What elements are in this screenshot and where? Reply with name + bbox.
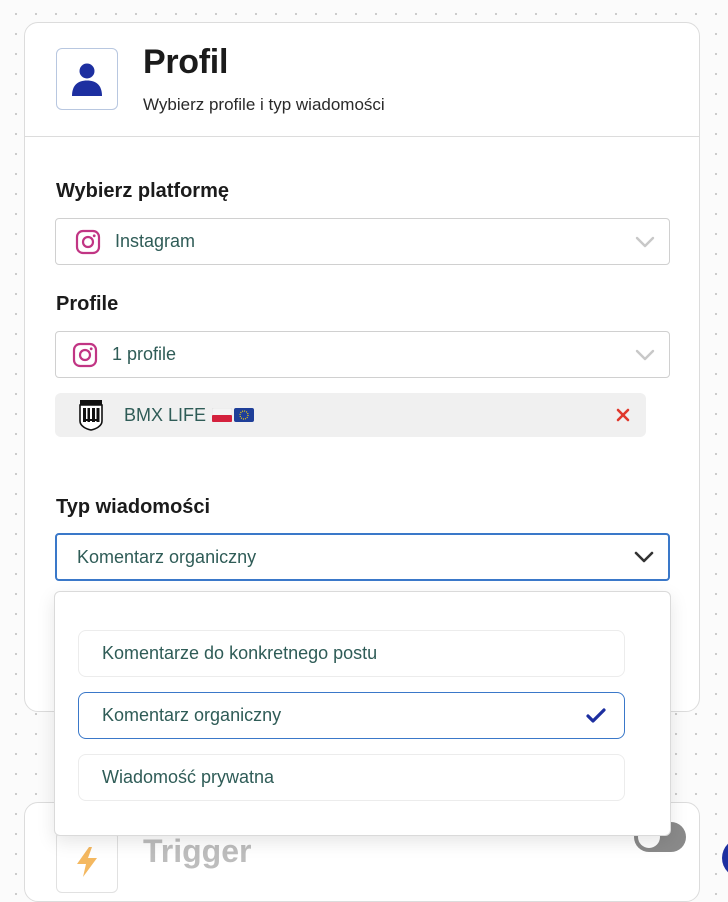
profiles-value: 1 profile xyxy=(112,344,177,364)
checkmark-icon xyxy=(586,707,606,723)
instagram-icon xyxy=(72,342,98,367)
option-label: Komentarze do konkretnego postu xyxy=(102,643,378,663)
card-header: Profil Wybierz profile i typ wiadomości xyxy=(25,23,699,137)
platform-select[interactable]: Instagram xyxy=(55,218,670,265)
close-icon xyxy=(616,408,630,422)
bmx-life-logo-icon xyxy=(79,400,103,431)
card-title: Profil xyxy=(143,43,229,81)
chevron-down-icon xyxy=(635,349,655,360)
option-label: Wiadomość prywatna xyxy=(102,767,275,787)
profile-chip: BMX LIFE xyxy=(55,393,646,437)
option-wiadomosc-prywatna[interactable]: Wiadomość prywatna xyxy=(78,754,625,801)
message-type-value: Komentarz organiczny xyxy=(77,546,257,567)
profile-chip-name: BMX LIFE xyxy=(124,404,207,425)
flag-poland-icon xyxy=(212,408,233,422)
message-type-select[interactable]: Komentarz organiczny xyxy=(55,533,670,581)
instagram-icon xyxy=(75,229,101,254)
platform-value: Instagram xyxy=(115,231,196,251)
trigger-title: Trigger xyxy=(143,833,252,869)
profiles-select[interactable]: 1 profile xyxy=(55,331,670,378)
option-label: Komentarz organiczny xyxy=(102,705,282,725)
flag-eu-icon xyxy=(234,408,255,422)
remove-profile-button[interactable] xyxy=(614,406,632,424)
user-icon xyxy=(56,48,118,110)
platform-label: Wybierz platformę xyxy=(56,180,229,202)
chevron-down-icon xyxy=(634,551,654,563)
chevron-down-icon xyxy=(635,236,655,247)
lightning-icon xyxy=(56,831,118,893)
option-komentarz-organiczny[interactable]: Komentarz organiczny xyxy=(78,692,625,739)
profiles-label: Profile xyxy=(56,293,119,315)
message-type-label: Typ wiadomości xyxy=(56,496,211,518)
option-komentarze-do-postu[interactable]: Komentarze do konkretnego postu xyxy=(78,630,625,677)
message-type-dropdown: Komentarze do konkretnego postu Komentar… xyxy=(54,591,671,836)
card-subtitle: Wybierz profile i typ wiadomości xyxy=(143,95,385,114)
add-button-edge[interactable] xyxy=(722,838,728,878)
profile-chip-flags xyxy=(212,408,255,422)
